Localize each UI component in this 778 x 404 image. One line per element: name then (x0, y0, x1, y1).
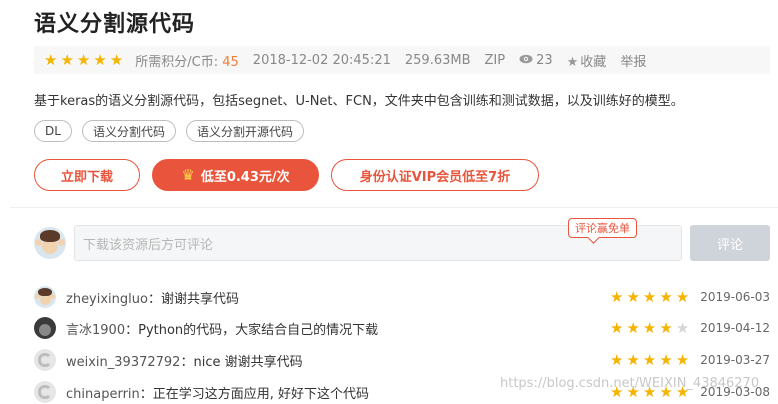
star-icon: ★ (610, 318, 624, 337)
comment-item: weixin_39372792：nice 谢谢共享代码 ★ ★ ★ ★ ★ 2019-0… (34, 348, 772, 372)
avatar[interactable] (34, 317, 56, 339)
current-user-avatar (34, 227, 66, 259)
comment-text: 正在学习这方面应用, 好好下这个代码 (152, 386, 370, 402)
view-count-value: 23 (536, 52, 553, 68)
submit-comment-button[interactable]: 评论 (690, 225, 770, 261)
star-icon: ★ (642, 350, 657, 369)
star-icon: ★ (626, 287, 640, 306)
view-count: 23 (519, 53, 553, 68)
star-icon: ★ (642, 287, 657, 306)
comment-username[interactable]: zheyixingluo (66, 292, 148, 307)
star-icon: ★ (675, 350, 690, 369)
tag-dl[interactable]: DL (34, 120, 72, 142)
comment-date: 2019-03-27 (700, 353, 770, 367)
vip-price-label: 低至0.43元/次 (200, 169, 290, 185)
star-icon: ★ (93, 50, 107, 69)
star-icon: ★ (642, 318, 657, 337)
vip-download-button[interactable]: ♛ 低至0.43元/次 (152, 159, 319, 191)
star-icon: ★ (76, 50, 91, 69)
star-icon: ★ (626, 350, 640, 369)
comment-username[interactable]: chinaperrin (66, 387, 140, 402)
file-format: ZIP (484, 52, 506, 68)
comment-item: zheyixingluo：谢谢共享代码 ★ ★ ★ ★ ★ 2019-06-03 (34, 285, 772, 309)
avatar[interactable] (34, 349, 56, 371)
resource-description: 基于keras的语义分割源代码，包括segnet、U-Net、FCN，文件夹中包… (34, 94, 684, 109)
page-title: 语义分割源代码 (34, 12, 196, 37)
comment-text: 谢谢共享代码 (160, 291, 239, 307)
favorite-label: 收藏 (580, 54, 607, 70)
avatar[interactable] (34, 286, 56, 308)
star-icon: ★ (44, 50, 58, 69)
download-button[interactable]: 立即下载 (34, 159, 140, 191)
comment-date: 2019-06-03 (700, 290, 770, 304)
section-divider (10, 207, 778, 208)
promo-badge: 评论赢免单 (568, 218, 637, 238)
upload-date: 2018-12-02 20:45:21 (252, 52, 391, 68)
points-value: 45 (222, 54, 239, 70)
points-label: 所需积分/C币: (135, 54, 219, 70)
tag-semantic-seg-open-code[interactable]: 语义分割开源代码 (185, 120, 304, 142)
tag-semantic-seg-code[interactable]: 语义分割代码 (81, 120, 176, 142)
star-icon: ★ (659, 318, 673, 337)
comment-text-line: 言冰1900：Python的代码，大家结合自己的情况下载 (66, 322, 379, 338)
star-icon: ★ (675, 287, 690, 306)
file-size: 259.63MB (404, 52, 471, 68)
tag-list: DL 语义分割代码 语义分割开源代码 (34, 120, 304, 142)
star-icon: ★ (60, 50, 74, 69)
comment-rating: ★ ★ ★ ★ ★ (610, 350, 690, 369)
points-info: 所需积分/C币: 45 (135, 51, 239, 70)
comment-text: Python的代码，大家结合自己的情况下载 (138, 322, 379, 338)
comment-username[interactable]: 言冰1900 (66, 323, 125, 338)
favorite-button[interactable]: ★ 收藏 (567, 51, 607, 70)
star-icon: ★ (610, 287, 624, 306)
comment-text: nice 谢谢共享代码 (193, 354, 303, 370)
star-icon: ★ (659, 287, 673, 306)
comment-text-line: weixin_39372792：nice 谢谢共享代码 (66, 354, 303, 370)
comment-rating: ★ ★ ★ ★ ★ (610, 287, 690, 306)
avatar[interactable] (34, 381, 56, 403)
comment-date: 2019-04-12 (700, 321, 770, 335)
report-button[interactable]: 举报 (620, 51, 646, 70)
comment-username[interactable]: weixin_39372792 (66, 355, 180, 370)
star-icon: ★ (659, 350, 673, 369)
comment-text-line: zheyixingluo：谢谢共享代码 (66, 291, 239, 307)
star-outline-icon: ★ (566, 54, 579, 70)
comment-rating: ★ ★ ★ ★ ★ (610, 318, 690, 337)
vip-member-button[interactable]: 身份认证VIP会员低至7折 (331, 159, 539, 191)
star-icon: ★ (626, 318, 640, 337)
resource-rating: ★ ★ ★ ★ ★ (44, 50, 124, 69)
comment-text-line: chinaperrin：正在学习这方面应用, 好好下这个代码 (66, 386, 370, 402)
comment-item: 言冰1900：Python的代码，大家结合自己的情况下载 ★ ★ ★ ★ ★ 2019-… (34, 316, 772, 340)
star-icon: ★ (610, 350, 624, 369)
star-empty-icon: ★ (675, 318, 690, 337)
watermark: https://blog.csdn.net/WEIXIN_43846270 (500, 376, 760, 391)
eye-icon (519, 53, 533, 68)
crown-icon: ♛ (181, 166, 195, 184)
resource-meta-bar: ★ ★ ★ ★ ★ 所需积分/C币: 45 2018-12-02 20:45:2… (34, 46, 770, 74)
star-icon: ★ (109, 50, 124, 69)
action-buttons: 立即下载 ♛ 低至0.43元/次 身份认证VIP会员低至7折 (34, 159, 539, 191)
